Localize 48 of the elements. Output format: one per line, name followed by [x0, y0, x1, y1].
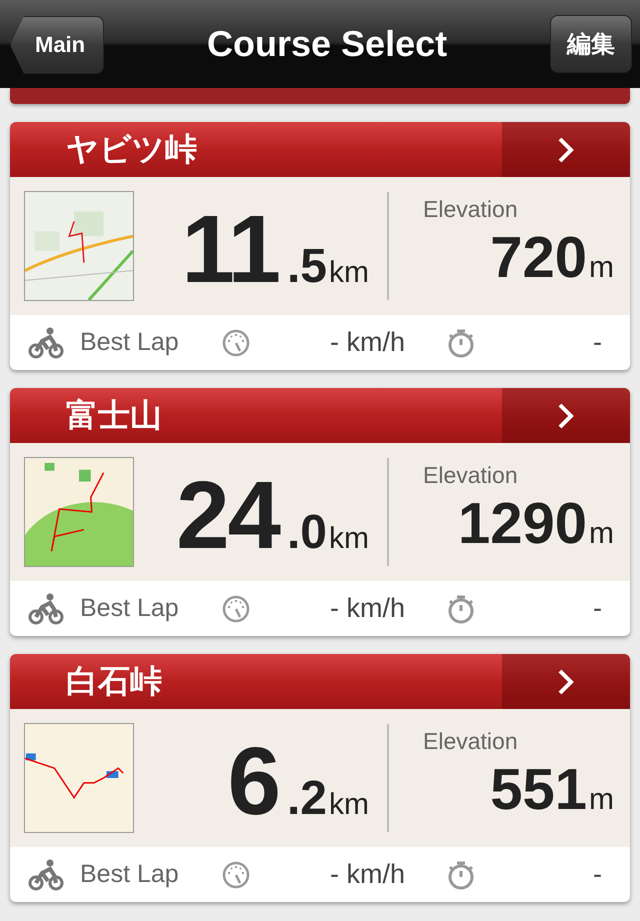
course-name: ヤビツ峠	[65, 128, 197, 170]
distance-decimal: .2	[286, 771, 327, 826]
elevation-value: 551	[490, 756, 587, 824]
elevation-label: Elevation	[423, 461, 519, 489]
distance-unit: km	[329, 256, 369, 290]
elevation-label: Elevation	[423, 195, 519, 223]
course-header[interactable]: 富士山	[10, 388, 630, 443]
edit-button[interactable]: 編集	[550, 15, 632, 73]
distance-value: 24	[176, 468, 279, 564]
course-header[interactable]: 白石峠	[10, 654, 630, 709]
lap-time: -	[593, 593, 602, 624]
elevation-value: 1290	[458, 490, 587, 558]
speed-value: - km/h	[328, 593, 405, 624]
elevation-unit: m	[589, 251, 614, 285]
back-button[interactable]: Main	[10, 16, 104, 74]
course-name: 白石峠	[65, 660, 162, 702]
chevron-icon	[556, 402, 576, 430]
course-header[interactable]: ヤビツ峠	[10, 122, 630, 177]
distance-decimal: .0	[286, 505, 327, 560]
chevron-icon	[556, 136, 576, 164]
speed-value: - km/h	[328, 859, 405, 890]
best-lap-label: Best Lap	[80, 860, 180, 889]
distance-unit: km	[329, 788, 369, 822]
elevation-unit: m	[589, 783, 614, 817]
lap-time: -	[593, 859, 602, 890]
chevron-icon	[556, 668, 576, 696]
elevation-value: 720	[490, 224, 587, 292]
stopwatch-icon	[447, 594, 475, 624]
best-lap-label: Best Lap	[80, 328, 180, 357]
course-name: 富士山	[65, 394, 162, 436]
stopwatch-icon	[447, 328, 475, 358]
distance-decimal: .5	[286, 239, 327, 294]
cyclist-icon	[28, 858, 64, 890]
elevation-label: Elevation	[423, 727, 519, 755]
distance-value: 11	[181, 202, 279, 298]
speedometer-icon	[222, 328, 250, 356]
screen-title: Course Select	[207, 23, 448, 65]
speedometer-icon	[222, 594, 250, 622]
speed-value: - km/h	[328, 327, 405, 358]
speedometer-icon	[222, 860, 250, 888]
lap-time: -	[593, 327, 602, 358]
stopwatch-icon	[447, 860, 475, 890]
cyclist-icon	[28, 326, 64, 358]
distance-unit: km	[329, 522, 369, 556]
elevation-unit: m	[589, 517, 614, 551]
cyclist-icon	[28, 592, 64, 624]
best-lap-label: Best Lap	[80, 594, 180, 623]
distance-value: 6	[228, 734, 279, 830]
